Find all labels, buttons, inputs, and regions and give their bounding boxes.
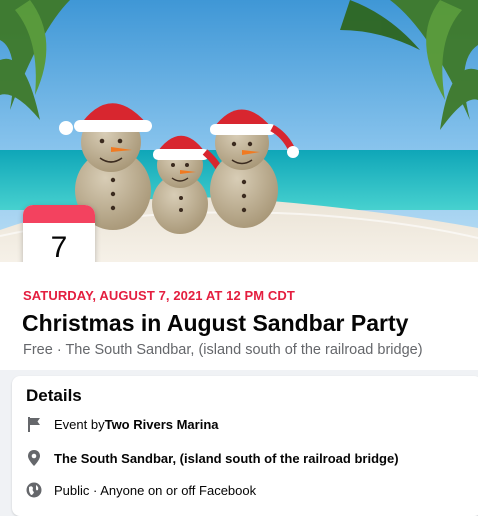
host-prefix: Event by [54,416,105,432]
privacy-text: Public · Anyone on or off Facebook [54,482,257,498]
details-heading: Details [26,386,82,405]
event-title: Christmas in August Sandbar Party [22,310,409,336]
details-location-row: The South Sandbar, (island south of the … [24,448,399,468]
event-subtitle: Free · The South Sandbar, (island south … [23,342,423,358]
globe-icon [24,480,44,500]
location-link[interactable]: The South Sandbar, (island south of the … [54,451,399,466]
event-datetime: SATURDAY, AUGUST 7, 2021 AT 12 PM CDT [23,288,295,303]
details-card: Details Event by Two Rivers Marina The S… [12,376,478,516]
host-link[interactable]: Two Rivers Marina [105,417,219,432]
details-host-row: Event by Two Rivers Marina [24,414,219,434]
flag-icon [24,414,44,434]
details-privacy-row: Public · Anyone on or off Facebook [24,480,256,500]
date-badge-band [23,205,95,223]
location-pin-icon [24,448,44,468]
event-header: SATURDAY, AUGUST 7, 2021 AT 12 PM CDT Ch… [0,262,478,370]
